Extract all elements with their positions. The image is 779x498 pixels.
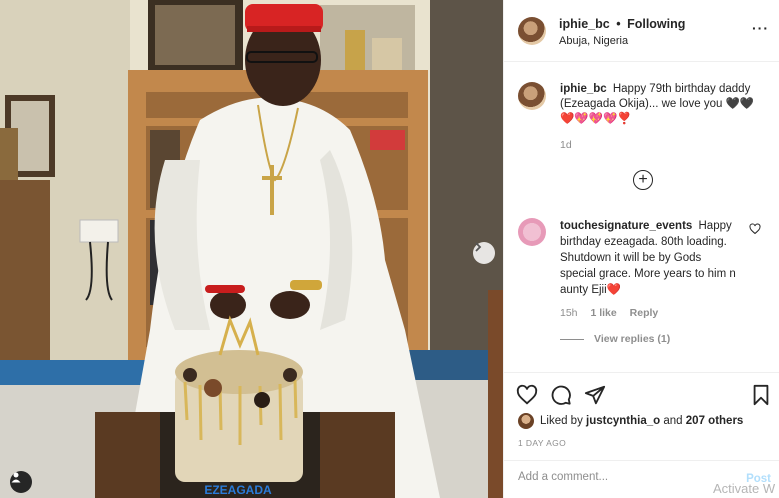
load-more-comments-button[interactable]: + xyxy=(633,170,653,190)
caption-avatar[interactable] xyxy=(518,82,546,110)
person-icon xyxy=(11,472,21,483)
caption-timestamp[interactable]: 1d xyxy=(560,139,572,151)
activate-windows-watermark: Activate W xyxy=(713,481,776,496)
post-photo[interactable]: EZEAGADA xyxy=(0,0,503,498)
header-separator: • xyxy=(616,17,621,31)
likes-middle: and xyxy=(663,415,683,427)
following-button[interactable]: Following xyxy=(627,17,685,31)
post-date[interactable]: 1 DAY AGO xyxy=(518,438,566,448)
comment-likes[interactable]: 1 like xyxy=(590,307,616,319)
add-comment-input[interactable] xyxy=(518,471,718,483)
like-heart-icon[interactable] xyxy=(516,384,538,406)
comment-timestamp[interactable]: 15h xyxy=(560,307,578,319)
post-photo-illustration: EZEAGADA xyxy=(0,0,503,498)
liker-avatar[interactable] xyxy=(518,413,534,429)
post-location[interactable]: Abuja, Nigeria xyxy=(559,35,628,47)
next-comment-cutoff xyxy=(520,364,740,369)
chevron-right-icon xyxy=(475,242,482,252)
cake-text: EZEAGADA xyxy=(204,483,272,497)
likes-prefix: Liked by xyxy=(540,415,583,427)
poster-username[interactable]: iphie_bc xyxy=(559,17,610,31)
commenter-avatar[interactable] xyxy=(518,218,546,246)
likes-others-count[interactable]: 207 others xyxy=(686,415,744,427)
plus-icon: + xyxy=(638,171,648,188)
bookmark-icon[interactable] xyxy=(750,384,772,406)
caption-username[interactable]: iphie_bc xyxy=(560,83,607,95)
more-options-icon[interactable]: ··· xyxy=(752,20,769,36)
tagged-users-button[interactable] xyxy=(10,471,32,493)
post-actions-bar xyxy=(504,372,779,418)
like-comment-heart-icon[interactable] xyxy=(749,223,761,235)
commenter-username[interactable]: touchesignature_events xyxy=(560,220,692,232)
comment-bubble-icon[interactable] xyxy=(550,384,572,406)
view-replies-button[interactable]: View replies (1) xyxy=(560,333,670,345)
likes-summary: Liked by justcynthia_o and 207 others xyxy=(518,413,743,429)
liker-username[interactable]: justcynthia_o xyxy=(586,415,660,427)
comment-reply-button[interactable]: Reply xyxy=(630,307,659,319)
post-side-panel: iphie_bc • Following Abuja, Nigeria ··· … xyxy=(503,0,779,498)
next-photo-button[interactable] xyxy=(473,242,495,264)
post-header: iphie_bc • Following Abuja, Nigeria ··· xyxy=(504,0,779,62)
poster-avatar[interactable] xyxy=(518,17,546,45)
share-paper-plane-icon[interactable] xyxy=(584,384,606,406)
comments-list[interactable]: iphie_bc Happy 79th birthday daddy (Ezea… xyxy=(504,63,779,369)
